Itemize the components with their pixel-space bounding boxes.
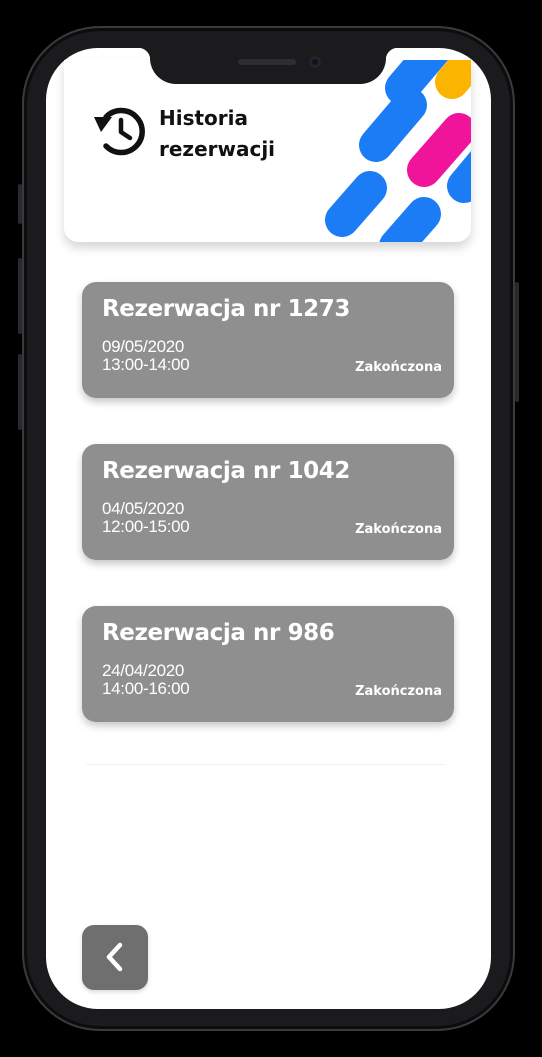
reservation-status: Zakończona <box>355 684 442 699</box>
reservation-card[interactable]: Rezerwacja nr 1042 04/05/2020 12:00-15:0… <box>82 444 454 560</box>
list-divider <box>86 764 446 765</box>
silent-switch <box>18 184 22 224</box>
volume-down-button <box>18 354 22 430</box>
reservation-date: 09/05/2020 <box>102 337 185 356</box>
history-icon <box>94 107 145 156</box>
speaker-grille <box>238 59 296 65</box>
volume-up-button <box>18 258 22 334</box>
reservation-card[interactable]: Rezerwacja nr 986 24/04/2020 14:00-16:00… <box>82 606 454 722</box>
phone-notch <box>138 48 398 84</box>
page-title: Historia rezerwacji <box>159 106 276 161</box>
reservation-title: Rezerwacja nr 1042 <box>102 458 350 484</box>
reservation-title: Rezerwacja nr 1273 <box>102 296 350 322</box>
power-button <box>515 282 519 402</box>
page-header: Historia rezerwacji <box>64 60 471 242</box>
reservation-date: 04/05/2020 <box>102 499 185 518</box>
reservation-card[interactable]: Rezerwacja nr 1273 09/05/2020 13:00-14:0… <box>82 282 454 398</box>
front-camera <box>309 56 321 68</box>
reservation-date: 24/04/2020 <box>102 661 185 680</box>
reservation-status: Zakończona <box>355 360 442 375</box>
reservation-status: Zakończona <box>355 522 442 537</box>
reservation-time: 12:00-15:00 <box>102 517 190 536</box>
reservation-time: 14:00-16:00 <box>102 679 190 698</box>
reservation-title: Rezerwacja nr 986 <box>102 620 335 646</box>
back-button[interactable] <box>82 925 148 990</box>
reservation-time: 13:00-14:00 <box>102 355 190 374</box>
chevron-left-icon <box>106 942 123 972</box>
